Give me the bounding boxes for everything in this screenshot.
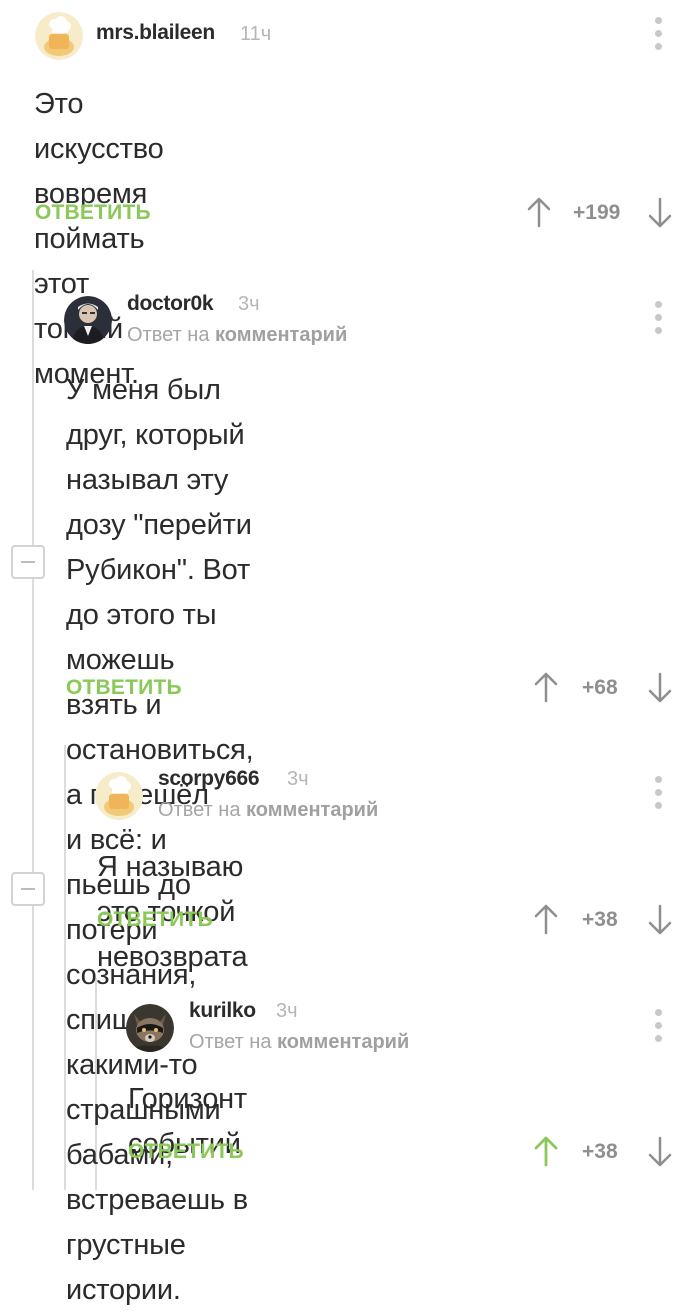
comment-score: +68 (582, 676, 618, 699)
chef-hat-avatar[interactable] (95, 772, 143, 820)
comment-text: Это искусство вовремя поймать этот тонки… (34, 88, 164, 390)
thread-line-level-1 (32, 270, 34, 1190)
reply-to-comment-link[interactable]: комментарий (246, 799, 378, 821)
reply-to-prefix: Ответ на (158, 799, 247, 821)
upvote-arrow-icon[interactable] (533, 903, 559, 935)
reply-to-prefix: Ответ на (127, 324, 216, 346)
reply-to-prefix: Ответ на (189, 1031, 278, 1053)
comment-score: +38 (582, 1140, 618, 1163)
more-options-icon[interactable] (649, 774, 669, 812)
reply-to-line: Ответ на комментарий (189, 1031, 409, 1054)
collapse-thread-button[interactable] (11, 545, 45, 579)
collapse-thread-button[interactable] (11, 872, 45, 906)
downvote-arrow-icon[interactable] (647, 197, 673, 229)
downvote-arrow-icon[interactable] (647, 672, 673, 704)
comment-time: 11ч (240, 23, 272, 45)
more-options-icon[interactable] (649, 15, 669, 53)
reply-button[interactable]: ОТВЕТИТЬ (35, 201, 151, 225)
raccoon-avatar[interactable] (126, 1004, 174, 1052)
upvote-arrow-icon[interactable] (533, 1135, 559, 1167)
comment-text: У меня был друг, который называл эту доз… (66, 374, 254, 1306)
comment-score: +199 (573, 201, 621, 224)
username[interactable]: kurilko (189, 999, 256, 1023)
comment-time: 3ч (238, 293, 260, 315)
reply-to-comment-link[interactable]: комментарий (215, 324, 347, 346)
username[interactable]: doctor0k (127, 292, 214, 316)
downvote-arrow-icon[interactable] (647, 1136, 673, 1168)
reply-to-line: Ответ на комментарий (127, 324, 347, 347)
upvote-arrow-icon[interactable] (526, 196, 552, 228)
reply-button[interactable]: ОТВЕТИТЬ (66, 676, 182, 700)
comment-time: 3ч (287, 768, 309, 790)
more-options-icon[interactable] (649, 299, 669, 337)
username[interactable]: mrs.blaileen (96, 21, 215, 45)
downvote-arrow-icon[interactable] (647, 904, 673, 936)
username[interactable]: scorpy666 (158, 767, 260, 791)
comment-time: 3ч (276, 1000, 298, 1022)
reply-button[interactable]: ОТВЕТИТЬ (128, 1140, 244, 1164)
more-options-icon[interactable] (649, 1007, 669, 1045)
reply-to-line: Ответ на комментарий (158, 799, 378, 822)
reply-button[interactable]: ОТВЕТИТЬ (97, 908, 213, 932)
comment-score: +38 (582, 908, 618, 931)
reply-to-comment-link[interactable]: комментарий (277, 1031, 409, 1053)
chef-hat-avatar[interactable] (35, 12, 83, 60)
person-portrait-avatar[interactable] (64, 296, 112, 344)
upvote-arrow-icon[interactable] (533, 671, 559, 703)
